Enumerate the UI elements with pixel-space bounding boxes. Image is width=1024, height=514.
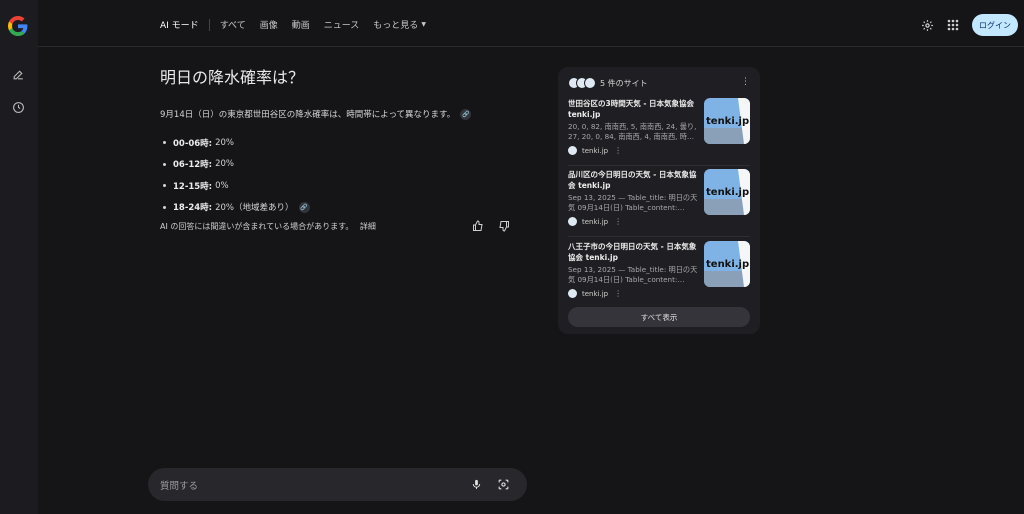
thumbs-down-icon[interactable] [497,219,511,233]
question-heading: 明日の降水確率は？ [160,68,305,87]
source-title[interactable]: 品川区の今日明日の天気 - 日本気象協会 tenki.jp [568,169,698,191]
divider [568,236,750,237]
disclaimer-text: AI の回答には間違いが含まれている場合があります。 [160,222,354,231]
source-thumbnail[interactable]: tenki.jp [704,169,750,215]
thumbnail-label: tenki.jp [706,259,749,270]
source-item[interactable]: 品川区の今日明日の天気 - 日本気象協会 tenki.jp Sep 13, 20… [568,169,750,235]
summary-text: 9月14日（日）の東京都世田谷区の降水確率は、時間帯によって異なります。 [160,110,456,120]
source-thumbnail[interactable]: tenki.jp [704,98,750,144]
probability-value: 20% [215,137,234,148]
site-favicon-icon [568,217,577,226]
sources-header: 5 件のサイト ⋮ [568,76,750,90]
login-button[interactable]: ログイン [972,14,1018,36]
tab-separator [208,18,210,31]
site-favicon-icon [568,289,577,298]
tab-news[interactable]: ニュース [324,18,360,31]
link-chip-icon[interactable]: 🔗 [460,108,472,120]
list-item: 06-12時: 20% [160,154,520,176]
apps-grid-icon[interactable] [946,18,960,32]
bullet-dot [163,184,166,188]
google-g-logo[interactable] [8,16,28,36]
time-range: 12-15時: [173,181,213,192]
more-options-icon[interactable]: ⋮ [741,77,750,87]
source-snippet: Sep 13, 2025 — Table_title: 明日の天気 09月14日… [568,265,698,284]
site-favicon-icon [584,77,596,89]
history-icon[interactable] [10,99,26,115]
tab-more[interactable]: もっと見る ▼ [373,18,426,31]
account-controls: ログイン [920,14,1018,36]
answer-summary: 9月14日（日）の東京都世田谷区の降水確率は、時間帯によって異なります。 🔗 [160,108,520,120]
probability-value: 20%（地域差あり） [215,203,294,214]
site-name: tenki.jp [582,289,609,298]
probability-value: 20% [215,159,234,170]
disclaimer: AI の回答には間違いが含まれている場合があります。 詳細 [160,221,376,232]
tenki-thumbnail-image: tenki.jp [704,98,750,144]
tenki-thumbnail-image: tenki.jp [704,169,750,215]
list-item: 12-15時: 0% [160,175,520,197]
ai-answer: 明日の降水確率は？ 9月14日（日）の東京都世田谷区の降水確率は、時間帯によって… [160,64,520,218]
divider [568,165,750,166]
tab-more-label: もっと見る [373,21,419,31]
source-snippet: 20, 0, 82, 南南西, 5, 南南西, 24, 曇り, 27, 20, … [568,122,697,141]
probability-list: 00-06時: 20% 06-12時: 20% 12-15時: 0% 18-24時: 2… [160,132,520,218]
tab-all[interactable]: すべて [220,18,246,31]
sources-count: 5 件のサイト [600,78,648,88]
source-item[interactable]: 世田谷区の3時間天気 - 日本気象協会 tenki.jp 20, 0, 82, … [568,98,750,164]
tab-ai-mode[interactable]: AI モード [160,18,199,31]
thumbnail-label: tenki.jp [706,116,749,127]
mic-icon[interactable] [469,477,483,491]
tab-images[interactable]: 画像 [260,18,278,31]
ask-input[interactable]: 質問する [160,478,198,492]
bullet-dot [163,162,166,166]
time-range: 06-12時: [173,160,213,171]
show-all-button[interactable]: すべて表示 [568,307,750,327]
new-chat-icon[interactable] [10,66,26,82]
time-range: 18-24時: [173,203,213,214]
source-title[interactable]: 世田谷区の3時間天気 - 日本気象協会 tenki.jp [568,98,698,120]
link-chip-icon[interactable]: 🔗 [298,201,310,213]
thumbnail-label: tenki.jp [706,187,749,198]
source-title[interactable]: 八王子市の今日明日の天気 - 日本気象協会 tenki.jp [568,241,698,263]
left-rail [0,0,38,514]
tenki-thumbnail-image: tenki.jp [704,241,750,287]
more-options-icon[interactable]: ⋮ [614,146,622,155]
list-item: 00-06時: 20% [160,132,520,154]
more-options-icon[interactable]: ⋮ [614,289,622,298]
top-bar: AI モード すべて 画像 動画 ニュース もっと見る ▼ ログイン [38,0,1024,47]
bullet-dot [163,141,166,145]
tab-videos[interactable]: 動画 [292,18,310,31]
site-name: tenki.jp [582,146,609,155]
thumbs-up-icon[interactable] [471,219,485,233]
chevron-down-icon: ▼ [421,21,426,28]
gear-icon[interactable] [920,18,934,32]
source-site: tenki.jp ⋮ [568,289,622,298]
site-name: tenki.jp [582,217,609,226]
details-link[interactable]: 詳細 [360,222,376,231]
lens-icon[interactable] [496,477,510,491]
site-favicons [568,77,596,89]
site-favicon-icon [568,146,577,155]
bullet-dot [163,205,166,209]
search-tabs: AI モード すべて 画像 動画 ニュース もっと見る ▼ [160,18,440,31]
sources-card: 5 件のサイト ⋮ 世田谷区の3時間天気 - 日本気象協会 tenki.jp 2… [558,67,760,334]
probability-value: 0% [215,180,229,191]
list-item: 18-24時: 20%（地域差あり） 🔗 [160,197,520,219]
source-item[interactable]: 八王子市の今日明日の天気 - 日本気象協会 tenki.jp Sep 13, 2… [568,241,750,307]
source-site: tenki.jp ⋮ [568,146,622,155]
source-site: tenki.jp ⋮ [568,217,622,226]
feedback-buttons [471,219,523,233]
source-thumbnail[interactable]: tenki.jp [704,241,750,287]
more-options-icon[interactable]: ⋮ [614,217,622,226]
ask-bar[interactable]: 質問する [148,468,527,501]
source-snippet: Sep 13, 2025 — Table_title: 明日の天気 09月14日… [568,193,698,212]
time-range: 00-06時: [173,138,213,149]
